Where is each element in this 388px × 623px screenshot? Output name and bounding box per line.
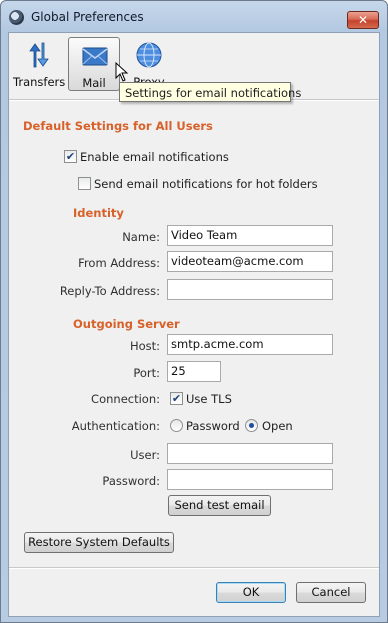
transfers-icon — [29, 42, 49, 68]
proxy-globe-icon — [136, 42, 162, 68]
port-label: Port: — [133, 366, 160, 380]
host-label: Host: — [129, 339, 160, 353]
auth-open-label: Open — [262, 419, 293, 433]
default-settings-heading: Default Settings for All Users — [23, 119, 213, 133]
use-tls-checkbox[interactable]: ✔ — [170, 392, 183, 405]
dialog-body: Transfers Mail Proxy — [8, 32, 380, 617]
password-field[interactable] — [167, 469, 333, 490]
toolbar-mail[interactable]: Mail — [68, 37, 120, 91]
user-label: User: — [130, 448, 160, 462]
enable-email-label: Enable email notifications — [80, 150, 229, 164]
name-label: Name: — [122, 230, 160, 244]
window-title: Global Preferences — [31, 10, 144, 24]
title-bar[interactable]: Global Preferences ✕ — [1, 1, 387, 31]
authentication-label: Authentication: — [71, 419, 160, 433]
mouse-cursor-icon — [115, 62, 129, 82]
outgoing-server-heading: Outgoing Server — [73, 317, 180, 331]
cancel-button[interactable]: Cancel — [296, 582, 366, 603]
name-field[interactable]: Video Team — [167, 225, 333, 246]
from-address-field[interactable]: videoteam@acme.com — [167, 251, 333, 272]
mail-tooltip: Settings for email notifications — [119, 82, 301, 102]
connection-label: Connection: — [91, 392, 160, 406]
auth-password-radio[interactable] — [170, 419, 183, 432]
auth-open-radio[interactable] — [245, 419, 258, 432]
reply-to-field[interactable] — [167, 279, 333, 300]
toolbar-transfers[interactable]: Transfers — [13, 37, 65, 91]
user-field[interactable] — [167, 443, 333, 464]
hot-folders-checkbox[interactable] — [78, 177, 91, 190]
close-button[interactable]: ✕ — [347, 11, 379, 29]
auth-password-label: Password — [186, 419, 240, 433]
ok-button[interactable]: OK — [216, 582, 286, 603]
send-test-email-button[interactable]: Send test email — [168, 495, 271, 516]
password-label: Password: — [102, 474, 160, 488]
restore-defaults-button[interactable]: Restore System Defaults — [24, 532, 174, 553]
from-address-label: From Address: — [78, 256, 160, 270]
global-preferences-window: Global Preferences ✕ Transfers Mail Sett… — [0, 0, 388, 623]
app-icon — [9, 10, 24, 25]
use-tls-label: Use TLS — [186, 392, 232, 406]
footer-separator — [9, 567, 379, 569]
reply-to-label: Reply-To Address: — [59, 284, 160, 298]
hot-folders-label: Send email notifications for hot folders — [94, 177, 318, 191]
identity-heading: Identity — [73, 206, 124, 220]
mail-icon — [82, 47, 108, 66]
toolbar-transfers-label: Transfers — [13, 75, 66, 89]
port-field[interactable]: 25 — [167, 361, 221, 382]
host-field[interactable]: smtp.acme.com — [167, 334, 333, 355]
enable-email-checkbox[interactable]: ✔ — [64, 150, 77, 163]
toolbar-mail-label: Mail — [82, 76, 106, 90]
